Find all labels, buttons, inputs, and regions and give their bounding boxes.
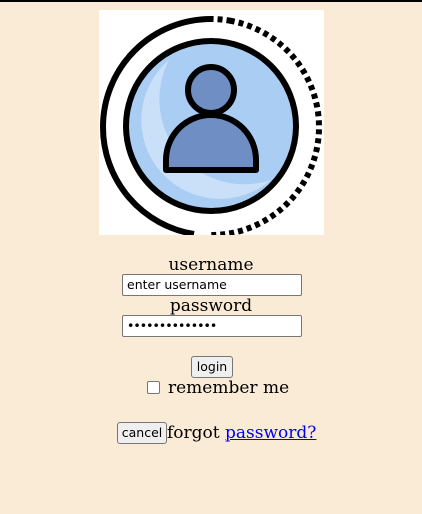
user-avatar-icon — [99, 14, 322, 235]
cancel-button[interactable]: cancel — [117, 422, 167, 444]
login-button[interactable]: login — [191, 356, 233, 378]
top-border — [0, 0, 422, 2]
username-label: username — [168, 255, 254, 275]
password-input[interactable]: •••••••••••••• — [122, 315, 302, 337]
avatar-image — [99, 10, 324, 235]
remember-me-checkbox[interactable] — [147, 381, 160, 394]
forgot-password-link[interactable]: password? — [225, 423, 316, 443]
forgot-password-row: forgot password? — [167, 423, 316, 443]
username-input[interactable]: enter username — [122, 274, 302, 296]
forgot-text: forgot — [167, 423, 220, 443]
password-label: password — [169, 296, 253, 316]
remember-me-label: remember me — [168, 378, 290, 398]
